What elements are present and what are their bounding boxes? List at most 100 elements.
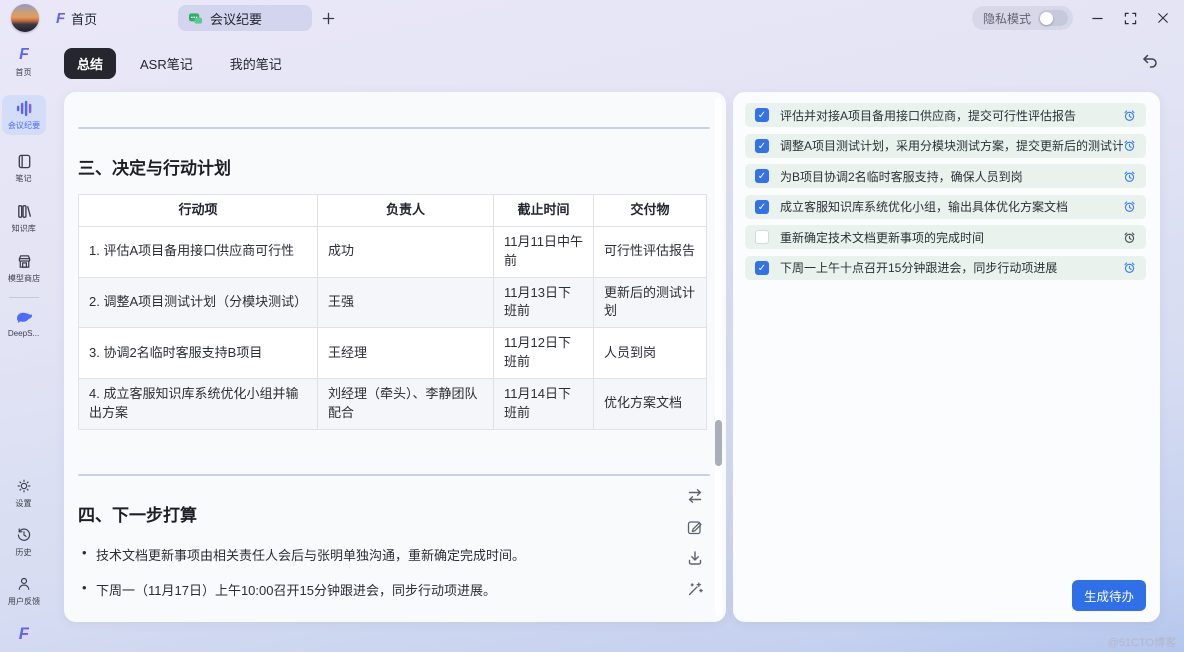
scrollbar-track[interactable] bbox=[715, 98, 722, 616]
section3-heading: 三、决定与行动计划 bbox=[78, 154, 712, 179]
todo-text: 下周一上午十点召开15分钟跟进会，同步行动项进展 bbox=[780, 259, 1123, 276]
sidebar-item-history[interactable]: 历史 bbox=[2, 522, 46, 562]
sidebar-item-meeting-minutes[interactable]: 会议纪要 bbox=[2, 95, 46, 135]
whale-icon bbox=[15, 308, 34, 326]
todo-item[interactable]: 为B项目协调2名临时客服支持，确保人员到岗 bbox=[745, 164, 1146, 188]
cell-owner: 刘经理（牵头）、李静团队配合 bbox=[318, 378, 494, 429]
sidebar-bottom-logo: F bbox=[2, 621, 46, 646]
cell-action: 1. 评估A项目备用接口供应商可行性 bbox=[79, 226, 318, 277]
alarm-clock-icon[interactable] bbox=[1123, 139, 1136, 152]
alarm-clock-icon[interactable] bbox=[1123, 231, 1136, 244]
download-icon[interactable] bbox=[686, 549, 704, 567]
sidebar-item-knowledge-base-label: 知识库 bbox=[12, 222, 36, 233]
col-deliverable: 交付物 bbox=[594, 195, 707, 227]
tab-summary[interactable]: 总结 bbox=[64, 48, 116, 79]
sidebar-divider bbox=[9, 297, 39, 298]
todo-text: 评估并对接A项目备用接口供应商，提交可行性评估报告 bbox=[780, 107, 1123, 124]
tab-meeting-minutes[interactable]: 会议纪要 bbox=[178, 5, 312, 31]
cell-deliverable: 人员到岗 bbox=[594, 328, 707, 379]
summary-document: 三、决定与行动计划 行动项 负责人 截止时间 交付物 1. 评估A项目备用接口供… bbox=[64, 92, 726, 622]
swap-arrows-icon[interactable] bbox=[686, 487, 704, 505]
sidebar: F 首页 会议纪要 笔记 知识库 模型商店 bbox=[0, 36, 48, 652]
close-button[interactable] bbox=[1154, 9, 1172, 27]
todo-item[interactable]: 调整A项目测试计划，采用分模块测试方案，提交更新后的测试计划 bbox=[745, 134, 1146, 158]
undo-button[interactable] bbox=[1140, 51, 1160, 71]
cell-owner: 王强 bbox=[318, 277, 494, 328]
new-tab-button[interactable] bbox=[320, 10, 336, 26]
table-row: 1. 评估A项目备用接口供应商可行性 成功 11月11日中午前 可行性评估报告 bbox=[79, 226, 707, 277]
alarm-clock-icon[interactable] bbox=[1123, 261, 1136, 274]
title-bar: F 首页 会议纪要 隐私模式 bbox=[0, 0, 1184, 36]
sidebar-item-notes[interactable]: 笔记 bbox=[2, 148, 46, 188]
sidebar-item-home[interactable]: F 首页 bbox=[2, 42, 46, 82]
sidebar-item-knowledge-base[interactable]: 知识库 bbox=[2, 198, 46, 238]
alarm-clock-icon[interactable] bbox=[1123, 170, 1136, 183]
sidebar-item-history-label: 历史 bbox=[16, 546, 32, 557]
cell-action: 2. 调整A项目测试计划（分模块测试） bbox=[79, 277, 318, 328]
user-avatar[interactable] bbox=[11, 4, 39, 32]
todo-item[interactable]: 重新确定技术文档更新事项的完成时间 bbox=[745, 225, 1146, 249]
document-toolbar bbox=[686, 487, 704, 598]
tab-asr-notes[interactable]: ASR笔记 bbox=[127, 48, 206, 79]
table-row: 2. 调整A项目测试计划（分模块测试） 王强 11月13日下班前 更新后的测试计… bbox=[79, 277, 707, 328]
maximize-button[interactable] bbox=[1121, 9, 1139, 27]
tab-my-notes[interactable]: 我的笔记 bbox=[217, 48, 295, 79]
col-owner: 负责人 bbox=[318, 195, 494, 227]
todo-item[interactable]: 下周一上午十点召开15分钟跟进会，同步行动项进展 bbox=[745, 256, 1146, 280]
section-divider bbox=[78, 474, 710, 476]
todo-checkbox[interactable] bbox=[755, 139, 769, 153]
action-plan-table: 行动项 负责人 截止时间 交付物 1. 评估A项目备用接口供应商可行性 成功 1… bbox=[78, 194, 707, 430]
list-item: 技术文档更新事项由相关责任人会后与张明单独沟通，重新确定完成时间。 bbox=[82, 545, 712, 564]
cell-owner: 王经理 bbox=[318, 328, 494, 379]
sidebar-item-settings-label: 设置 bbox=[16, 497, 32, 508]
todo-checkbox[interactable] bbox=[755, 230, 769, 244]
table-row: 4. 成立客服知识库系统优化小组并输出方案 刘经理（牵头）、李静团队配合 11月… bbox=[79, 378, 707, 429]
person-feedback-icon bbox=[16, 575, 32, 593]
cell-deadline: 11月13日下班前 bbox=[494, 277, 594, 328]
cell-deliverable: 更新后的测试计划 bbox=[594, 277, 707, 328]
todo-checkbox[interactable] bbox=[755, 169, 769, 183]
sidebar-item-deepseek-label: DeepS... bbox=[8, 328, 39, 338]
privacy-mode-label: 隐私模式 bbox=[983, 10, 1031, 27]
todo-checkbox[interactable] bbox=[755, 261, 769, 275]
todo-text: 为B项目协调2名临时客服支持，确保人员到岗 bbox=[780, 168, 1123, 185]
notebook-icon bbox=[16, 152, 33, 170]
minimize-button[interactable] bbox=[1088, 9, 1106, 27]
cell-deadline: 11月12日下班前 bbox=[494, 328, 594, 379]
storefront-icon bbox=[16, 252, 33, 270]
todo-panel: 评估并对接A项目备用接口供应商，提交可行性评估报告 调整A项目测试计划，采用分模… bbox=[733, 92, 1160, 622]
todo-item[interactable]: 成立客服知识库系统优化小组，输出具体优化方案文档 bbox=[745, 195, 1146, 219]
todo-item[interactable]: 评估并对接A项目备用接口供应商，提交可行性评估报告 bbox=[745, 103, 1146, 127]
cell-action: 3. 协调2名临时客服支持B项目 bbox=[79, 328, 318, 379]
alarm-clock-icon[interactable] bbox=[1123, 200, 1136, 213]
sidebar-item-settings[interactable]: 设置 bbox=[2, 473, 46, 513]
tab-home-label: 首页 bbox=[71, 9, 97, 28]
edit-icon[interactable] bbox=[686, 518, 704, 536]
sidebar-item-deepseek[interactable]: DeepS... bbox=[2, 304, 46, 342]
table-header-row: 行动项 负责人 截止时间 交付物 bbox=[79, 195, 707, 227]
history-clock-icon bbox=[16, 526, 32, 544]
alarm-clock-icon[interactable] bbox=[1123, 109, 1136, 122]
tab-meeting-minutes-label: 会议纪要 bbox=[210, 9, 262, 28]
scrollbar-thumb[interactable] bbox=[715, 420, 722, 466]
sidebar-item-home-label: 首页 bbox=[16, 66, 32, 77]
col-action-item: 行动项 bbox=[79, 195, 318, 227]
sidebar-item-feedback-label: 用户反馈 bbox=[8, 595, 40, 606]
privacy-mode-toggle[interactable] bbox=[1038, 10, 1068, 26]
sidebar-item-model-store-label: 模型商店 bbox=[8, 272, 40, 283]
titlebar-controls: 隐私模式 bbox=[972, 0, 1172, 36]
col-deadline: 截止时间 bbox=[494, 195, 594, 227]
next-steps-list: 技术文档更新事项由相关责任人会后与张明单独沟通，重新确定完成时间。 下周一（11… bbox=[82, 545, 712, 599]
waveform-icon bbox=[15, 99, 34, 117]
app-logo-icon-bottom: F bbox=[19, 625, 29, 642]
sidebar-item-feedback[interactable]: 用户反馈 bbox=[2, 571, 46, 611]
magic-wand-icon[interactable] bbox=[686, 580, 704, 598]
tab-home[interactable]: F 首页 bbox=[56, 9, 97, 28]
cell-deliverable: 可行性评估报告 bbox=[594, 226, 707, 277]
sidebar-item-model-store[interactable]: 模型商店 bbox=[2, 248, 46, 288]
todo-checkbox[interactable] bbox=[755, 200, 769, 214]
todo-checkbox[interactable] bbox=[755, 108, 769, 122]
app-logo-icon: F bbox=[56, 11, 65, 26]
generate-todos-button[interactable]: 生成待办 bbox=[1072, 580, 1146, 611]
todo-text: 成立客服知识库系统优化小组，输出具体优化方案文档 bbox=[780, 198, 1123, 215]
